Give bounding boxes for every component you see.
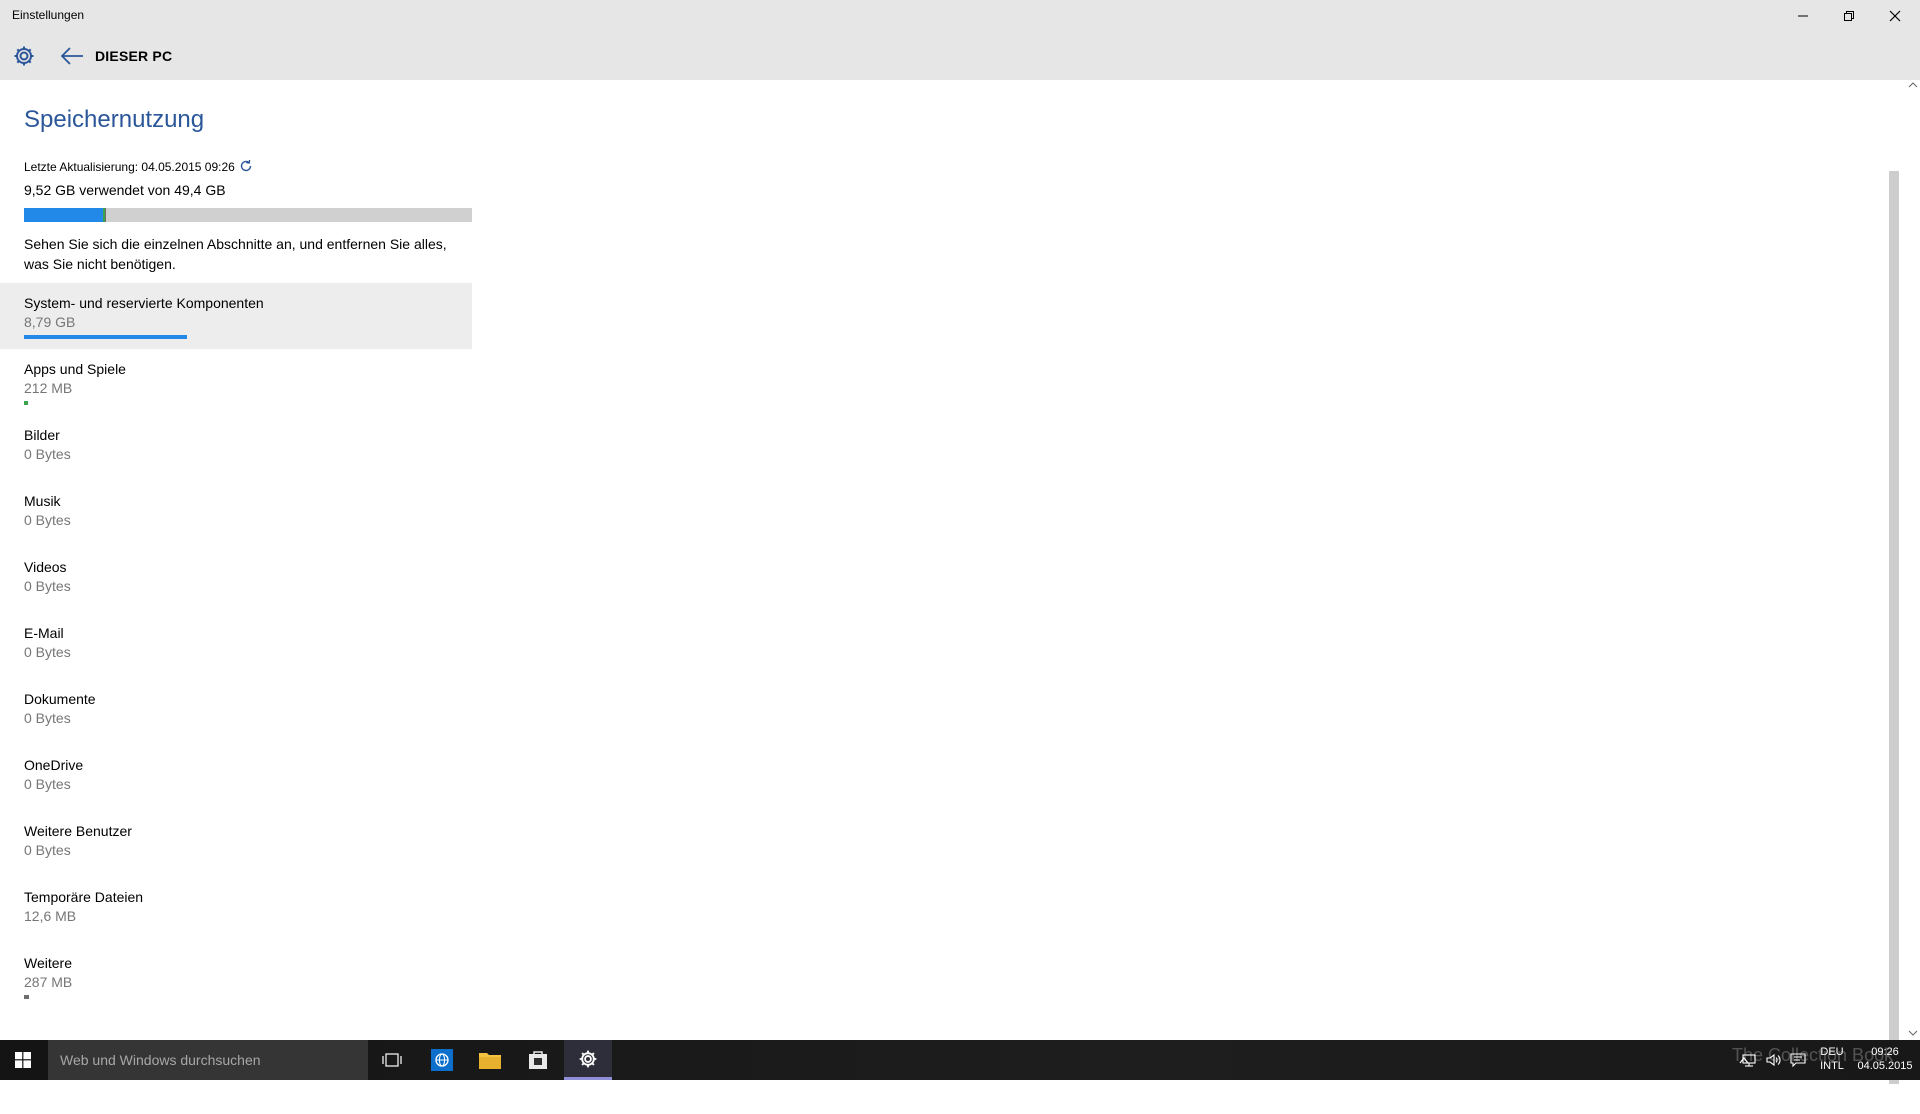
start-button[interactable]	[0, 1040, 46, 1080]
page-heading: DIESER PC	[95, 48, 173, 64]
category-size: 287 MB	[24, 974, 73, 990]
last-updated-text: Letzte Aktualisierung: 04.05.2015 09:26	[24, 160, 235, 174]
category-size: 0 Bytes	[24, 578, 71, 594]
browser-icon	[431, 1049, 453, 1071]
settings-gear-icon	[579, 1050, 597, 1067]
page-title: Speichernutzung	[24, 106, 205, 133]
category-name: Temporäre Dateien	[24, 889, 144, 905]
storage-category-item[interactable]: Videos 0 Bytes	[24, 547, 472, 613]
category-size: 0 Bytes	[24, 644, 71, 660]
category-name: Apps und Spiele	[24, 361, 126, 377]
storage-category-item[interactable]: Bilder 0 Bytes	[24, 415, 472, 481]
folder-icon	[479, 1053, 501, 1069]
storage-category-list: System- und reservierte Komponenten 8,79 …	[0, 283, 472, 1009]
store-icon	[529, 1051, 547, 1069]
storage-category-item[interactable]: E-Mail 0 Bytes	[24, 613, 472, 679]
category-size: 8,79 GB	[24, 314, 76, 330]
usage-summary: 9,52 GB verwendet von 49,4 GB	[24, 182, 226, 198]
category-name: Bilder	[24, 427, 60, 443]
storage-usage-bar	[24, 208, 472, 222]
nav-row: DIESER PC	[0, 40, 600, 72]
storage-category-item[interactable]: Temporäre Dateien 12,6 MB	[24, 877, 472, 943]
refresh-icon[interactable]	[239, 159, 253, 173]
volume-icon	[1766, 1053, 1781, 1067]
restore-button[interactable]	[1826, 0, 1872, 32]
clock-time: 09:26	[1871, 1046, 1899, 1058]
windows-logo-icon	[15, 1052, 31, 1068]
back-arrow-icon[interactable]	[60, 46, 84, 66]
taskbar-file-explorer-button[interactable]	[466, 1040, 514, 1080]
network-icon	[1742, 1054, 1756, 1067]
category-usage-bar	[24, 401, 28, 405]
scroll-down-icon[interactable]	[1908, 1030, 1918, 1036]
taskbar-settings-button[interactable]	[564, 1040, 612, 1080]
taskbar-browser-button[interactable]	[418, 1040, 466, 1080]
storage-category-item[interactable]: Musik 0 Bytes	[24, 481, 472, 547]
category-size: 0 Bytes	[24, 446, 71, 462]
taskbar: Web und Windows durchsuchen The Collecti…	[0, 1040, 1920, 1080]
content-area: Speichernutzung Letzte Aktualisierung: 0…	[0, 80, 1900, 1084]
scrollbar-thumb[interactable]	[1889, 171, 1899, 1084]
language-indicator[interactable]: DEU INTL	[1812, 1040, 1852, 1080]
restore-icon	[1844, 11, 1854, 21]
task-view-icon	[382, 1053, 402, 1067]
task-view-button[interactable]	[368, 1040, 416, 1080]
network-button[interactable]	[1738, 1040, 1762, 1080]
storage-category-item[interactable]: Weitere 287 MB	[24, 943, 472, 1009]
category-name: Weitere	[24, 955, 72, 971]
category-name: OneDrive	[24, 757, 84, 773]
category-name: Dokumente	[24, 691, 96, 707]
category-size: 0 Bytes	[24, 512, 71, 528]
clock[interactable]: 09:26 04.05.2015	[1854, 1040, 1916, 1080]
title-bar: Einstellungen DIESER PC	[0, 0, 1920, 80]
close-icon	[1889, 10, 1901, 22]
category-size: 0 Bytes	[24, 842, 71, 858]
notification-icon	[1790, 1053, 1806, 1067]
category-usage-bar	[24, 995, 29, 999]
minimize-icon	[1798, 15, 1808, 17]
bar-segment-other	[105, 208, 106, 222]
taskbar-store-button[interactable]	[514, 1040, 562, 1080]
language-code: DEU	[1820, 1046, 1844, 1058]
storage-category-item[interactable]: OneDrive 0 Bytes	[24, 745, 472, 811]
clock-date: 04.05.2015	[1857, 1060, 1913, 1072]
volume-button[interactable]	[1762, 1040, 1786, 1080]
bar-segment-system	[24, 208, 103, 222]
category-name: Weitere Benutzer	[24, 823, 132, 839]
category-size: 212 MB	[24, 380, 73, 396]
minimize-button[interactable]	[1780, 0, 1826, 32]
taskbar-search-box[interactable]: Web und Windows durchsuchen	[48, 1040, 368, 1080]
category-name: System- und reservierte Komponenten	[24, 295, 264, 311]
category-name: E-Mail	[24, 625, 64, 641]
action-center-button[interactable]	[1786, 1040, 1810, 1080]
gear-icon[interactable]	[12, 44, 36, 68]
storage-category-item[interactable]: Dokumente 0 Bytes	[24, 679, 472, 745]
scroll-up-icon[interactable]	[1908, 82, 1918, 88]
category-size: 0 Bytes	[24, 776, 71, 792]
search-placeholder: Web und Windows durchsuchen	[60, 1052, 261, 1068]
description-text: Sehen Sie sich die einzelnen Abschnitte …	[24, 236, 447, 272]
category-size: 0 Bytes	[24, 710, 71, 726]
window-title: Einstellungen	[12, 8, 85, 22]
close-button[interactable]	[1872, 0, 1918, 32]
storage-category-item[interactable]: Apps und Spiele 212 MB	[24, 349, 472, 415]
storage-category-item[interactable]: System- und reservierte Komponenten 8,79 …	[0, 283, 472, 349]
keyboard-layout: INTL	[1820, 1060, 1844, 1072]
category-name: Videos	[24, 559, 67, 575]
storage-category-item[interactable]: Weitere Benutzer 0 Bytes	[24, 811, 472, 877]
category-name: Musik	[24, 493, 61, 509]
category-size: 12,6 MB	[24, 908, 77, 924]
category-usage-bar	[24, 335, 187, 339]
